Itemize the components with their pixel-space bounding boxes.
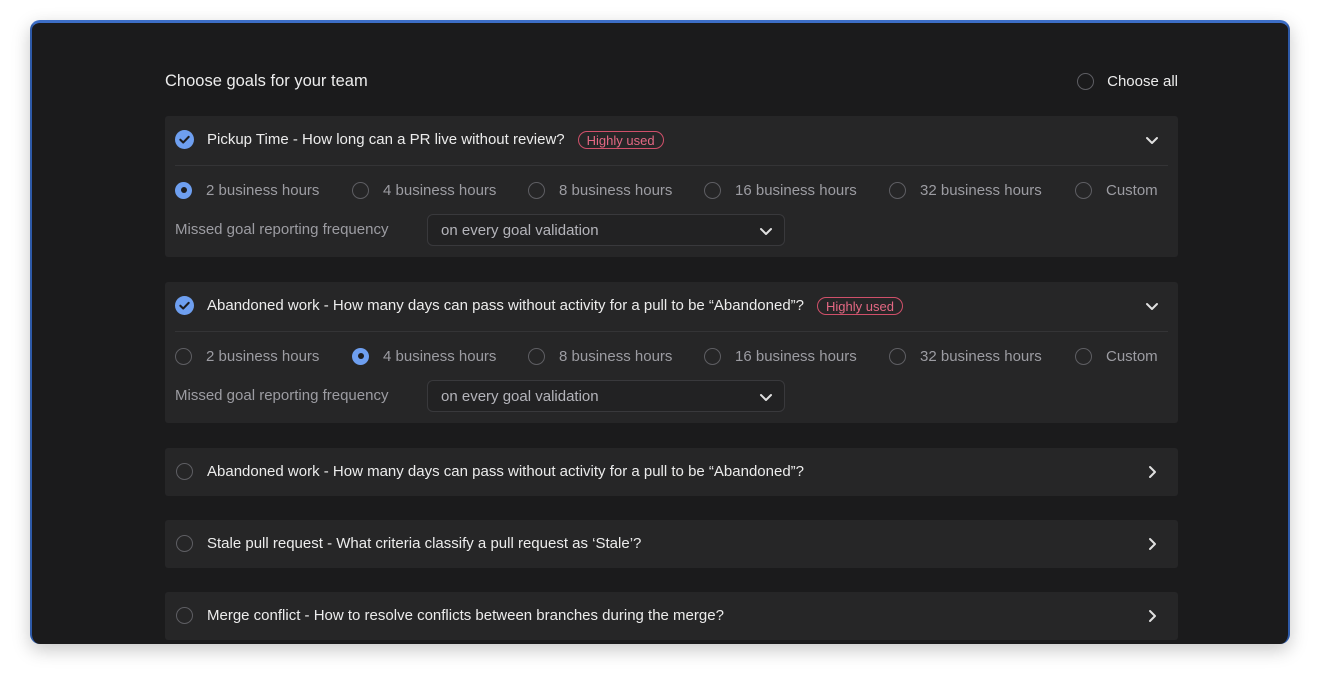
option-label: 4 business hours <box>383 347 497 365</box>
goal-card-header[interactable]: Abandoned work - How many days can pass … <box>165 448 1178 496</box>
option-2-business-hours[interactable]: 2 business hours <box>175 346 319 366</box>
option-radio[interactable] <box>889 181 906 199</box>
frequency-label: Missed goal reporting frequency <box>175 221 389 238</box>
option-label: 2 business hours <box>206 347 320 365</box>
option-label: Custom <box>1106 347 1158 365</box>
goal-title: Abandoned work - How many days can pass … <box>207 297 804 314</box>
frequency-row: Missed goal reporting frequency on every… <box>175 380 875 412</box>
chevron-right-icon[interactable] <box>1144 536 1160 552</box>
goal-card: Merge conflict - How to resolve conflict… <box>165 592 1178 640</box>
header: Choose goals for your team Choose all <box>165 69 1178 93</box>
option-radio[interactable] <box>528 181 545 199</box>
option-label: 16 business hours <box>735 181 857 199</box>
option-custom[interactable]: Custom <box>1075 180 1158 200</box>
choose-all-toggle[interactable]: Choose all <box>1077 69 1178 93</box>
goals-window: Choose goals for your team Choose all Pi… <box>30 20 1290 644</box>
goal-title-row: Abandoned work - How many days can pass … <box>207 460 804 484</box>
option-8-business-hours[interactable]: 8 business hours <box>528 180 672 200</box>
option-label: 2 business hours <box>206 181 320 199</box>
option-4-business-hours[interactable]: 4 business hours <box>352 346 496 366</box>
goal-card: Stale pull request - What criteria class… <box>165 520 1178 568</box>
goal-title-row: Pickup Time - How long can a PR live wit… <box>207 128 664 152</box>
chevron-down-icon <box>760 394 772 401</box>
frequency-row: Missed goal reporting frequency on every… <box>175 214 875 246</box>
chevron-down-icon <box>760 228 772 235</box>
chevron-right-icon[interactable] <box>1144 608 1160 624</box>
goal-card-header[interactable]: Abandoned work - How many days can pass … <box>165 282 1178 330</box>
goal-select-radio[interactable] <box>176 463 193 480</box>
goal-title: Merge conflict - How to resolve conflict… <box>207 607 724 624</box>
frequency-value: on every goal validation <box>441 222 599 239</box>
goal-select-radio[interactable] <box>176 607 193 624</box>
option-radio[interactable] <box>1075 181 1092 199</box>
frequency-label: Missed goal reporting frequency <box>175 387 389 404</box>
option-radio[interactable] <box>1075 347 1092 365</box>
frequency-select[interactable]: on every goal validation <box>427 380 785 412</box>
option-radio[interactable] <box>704 347 721 365</box>
option-label: 16 business hours <box>735 347 857 365</box>
option-label: 8 business hours <box>559 181 673 199</box>
option-radio-selected[interactable] <box>352 347 369 365</box>
goal-title-row: Abandoned work - How many days can pass … <box>207 294 903 318</box>
goal-title: Abandoned work - How many days can pass … <box>207 463 804 480</box>
option-32-business-hours[interactable]: 32 business hours <box>889 346 1042 366</box>
highly-used-badge: Highly used <box>577 131 664 149</box>
goal-select-radio[interactable] <box>176 535 193 552</box>
option-label: 4 business hours <box>383 181 497 199</box>
option-radio[interactable] <box>704 181 721 199</box>
option-radio[interactable] <box>889 347 906 365</box>
target-options: 2 business hours 4 business hours 8 busi… <box>175 180 1165 200</box>
option-radio[interactable] <box>528 347 545 365</box>
divider <box>175 331 1168 332</box>
option-16-business-hours[interactable]: 16 business hours <box>704 180 857 200</box>
option-2-business-hours[interactable]: 2 business hours <box>175 180 319 200</box>
option-radio[interactable] <box>352 181 369 199</box>
chevron-down-icon[interactable] <box>1144 298 1160 314</box>
goal-card-header[interactable]: Stale pull request - What criteria class… <box>165 520 1178 568</box>
choose-all-label: Choose all <box>1107 72 1178 90</box>
choose-all-radio[interactable] <box>1077 72 1095 90</box>
option-4-business-hours[interactable]: 4 business hours <box>352 180 496 200</box>
goal-card: Abandoned work - How many days can pass … <box>165 448 1178 496</box>
frequency-value: on every goal validation <box>441 388 599 405</box>
option-label: Custom <box>1106 181 1158 199</box>
frequency-select[interactable]: on every goal validation <box>427 214 785 246</box>
option-32-business-hours[interactable]: 32 business hours <box>889 180 1042 200</box>
option-label: 32 business hours <box>920 181 1042 199</box>
goal-card-header[interactable]: Merge conflict - How to resolve conflict… <box>165 592 1178 640</box>
goal-card-header[interactable]: Pickup Time - How long can a PR live wit… <box>165 116 1178 164</box>
divider <box>175 165 1168 166</box>
goal-card: Pickup Time - How long can a PR live wit… <box>165 116 1178 257</box>
highly-used-badge: Highly used <box>817 297 903 315</box>
goal-card: Abandoned work - How many days can pass … <box>165 282 1178 423</box>
check-circle-icon[interactable] <box>175 130 194 149</box>
goal-title-row: Stale pull request - What criteria class… <box>207 532 641 556</box>
option-radio[interactable] <box>175 347 192 365</box>
chevron-right-icon[interactable] <box>1144 464 1160 480</box>
option-radio-selected[interactable] <box>175 181 192 199</box>
chevron-down-icon[interactable] <box>1144 132 1160 148</box>
option-custom[interactable]: Custom <box>1075 346 1158 366</box>
goal-title: Stale pull request - What criteria class… <box>207 535 642 552</box>
goal-title-row: Merge conflict - How to resolve conflict… <box>207 604 724 628</box>
option-8-business-hours[interactable]: 8 business hours <box>528 346 672 366</box>
option-label: 32 business hours <box>920 347 1042 365</box>
option-16-business-hours[interactable]: 16 business hours <box>704 346 857 366</box>
option-label: 8 business hours <box>559 347 673 365</box>
page-title: Choose goals for your team <box>165 72 368 90</box>
check-circle-icon[interactable] <box>175 296 194 315</box>
goal-title: Pickup Time - How long can a PR live wit… <box>207 131 565 148</box>
target-options: 2 business hours 4 business hours 8 busi… <box>175 346 1165 366</box>
